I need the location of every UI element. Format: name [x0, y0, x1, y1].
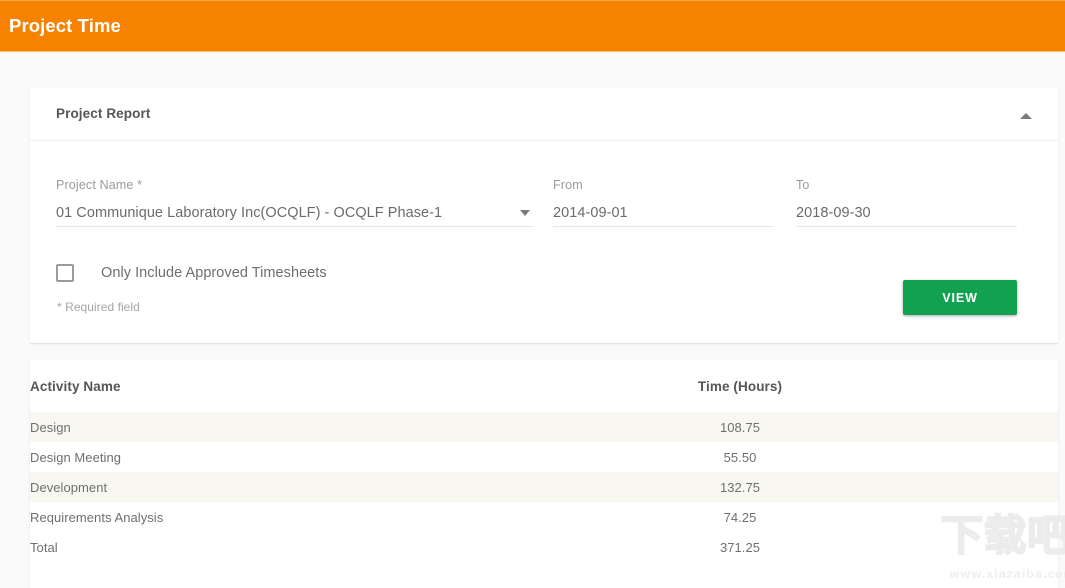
- cell-activity-name: Requirements Analysis: [30, 502, 650, 532]
- view-button[interactable]: VIEW: [903, 280, 1017, 315]
- cell-activity-name: Design Meeting: [30, 442, 650, 472]
- project-name-underline: [56, 226, 534, 227]
- table-row: Design Meeting 55.50: [30, 442, 1058, 472]
- results-table: Activity Name Time (Hours) Design 108.75…: [30, 360, 1058, 562]
- table-row: Design 108.75: [30, 412, 1058, 442]
- cell-activity-name: Total: [30, 532, 650, 562]
- column-header-spacer: [830, 360, 1058, 412]
- to-date-underline: [796, 226, 1017, 227]
- project-name-value: 01 Communique Laboratory Inc(OCQLF) - OC…: [56, 205, 443, 221]
- project-name-label: Project Name *: [56, 178, 143, 192]
- column-header-time-hours: Time (Hours): [650, 360, 830, 412]
- from-date-field[interactable]: From 2014-09-01: [553, 178, 774, 227]
- results-table-head: Activity Name Time (Hours): [30, 360, 1058, 412]
- table-row: Requirements Analysis 74.25: [30, 502, 1058, 532]
- collapse-panel-button[interactable]: [1016, 107, 1038, 123]
- to-date-label: To: [796, 178, 810, 192]
- cell-time-hours: 74.25: [650, 502, 830, 532]
- page-content: Project Report Project Name * 01 Communi…: [0, 53, 1065, 588]
- from-date-underline: [553, 226, 774, 227]
- cell-activity-name: Design: [30, 412, 650, 442]
- approved-timesheets-label: Only Include Approved Timesheets: [101, 265, 327, 281]
- project-report-card: Project Report Project Name * 01 Communi…: [30, 88, 1058, 343]
- table-row-total: Total 371.25: [30, 532, 1058, 562]
- app-header-bar: Project Time: [0, 0, 1065, 52]
- page-title: Project Time: [9, 14, 121, 36]
- column-header-activity-name: Activity Name: [30, 360, 650, 412]
- project-name-field[interactable]: Project Name * 01 Communique Laboratory …: [56, 178, 534, 227]
- results-table-card: Activity Name Time (Hours) Design 108.75…: [30, 360, 1058, 588]
- table-row: Development 132.75: [30, 472, 1058, 502]
- cell-spacer: [830, 532, 1058, 562]
- table-header-row: Activity Name Time (Hours): [30, 360, 1058, 412]
- cell-spacer: [830, 442, 1058, 472]
- required-field-note: * Required field: [57, 300, 140, 314]
- project-report-body: Project Name * 01 Communique Laboratory …: [30, 141, 1058, 343]
- from-date-value: 2014-09-01: [553, 205, 628, 221]
- approved-timesheets-row[interactable]: Only Include Approved Timesheets: [56, 263, 327, 283]
- panel-title: Project Report: [56, 106, 151, 121]
- results-table-body: Design 108.75 Design Meeting 55.50 Devel…: [30, 412, 1058, 562]
- approved-timesheets-checkbox[interactable]: [56, 264, 74, 282]
- project-report-header: Project Report: [30, 88, 1058, 141]
- cell-time-hours: 371.25: [650, 532, 830, 562]
- to-date-value: 2018-09-30: [796, 205, 871, 221]
- cell-activity-name: Development: [30, 472, 650, 502]
- caret-up-icon: [1020, 113, 1032, 119]
- cell-time-hours: 108.75: [650, 412, 830, 442]
- cell-spacer: [830, 472, 1058, 502]
- cell-spacer: [830, 502, 1058, 532]
- to-date-field[interactable]: To 2018-09-30: [796, 178, 1017, 227]
- cell-time-hours: 132.75: [650, 472, 830, 502]
- cell-time-hours: 55.50: [650, 442, 830, 472]
- caret-down-icon[interactable]: [520, 210, 530, 216]
- from-date-label: From: [553, 178, 583, 192]
- cell-spacer: [830, 412, 1058, 442]
